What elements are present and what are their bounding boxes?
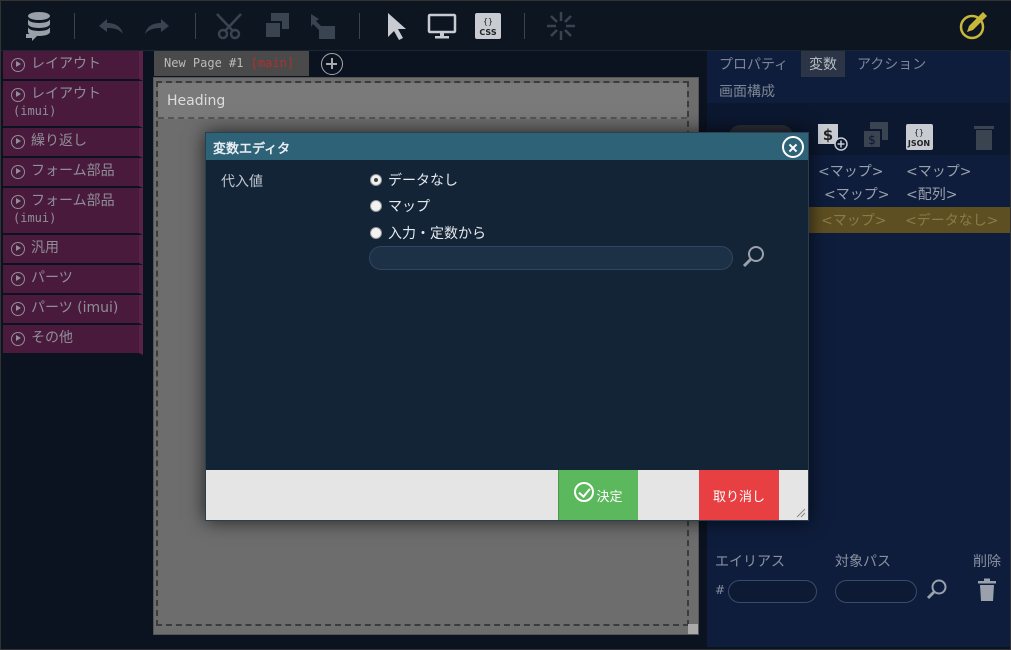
option-input-constant[interactable]: 入力・定数から [370, 223, 486, 243]
variable-editor-dialog: 変数エディタ 代入値 データなし マップ 入力・定数から 決定 取り消し [205, 132, 809, 521]
trash-icon[interactable] [972, 123, 996, 151]
assign-value-label: 代入値 [221, 174, 263, 190]
alias-input[interactable] [728, 580, 817, 603]
delete-header: 削除 [973, 554, 1001, 570]
radio-no-data[interactable] [370, 174, 382, 186]
play-circle-icon [11, 57, 25, 72]
alias-prefix: # [715, 583, 726, 597]
undo-icon[interactable] [95, 10, 127, 42]
sidebar-item-layout[interactable]: レイアウト [3, 51, 143, 81]
var-type-cell: <マップ> [818, 164, 884, 180]
svg-text:{}: {} [914, 128, 924, 137]
dialog-title[interactable]: 変数エディタ [206, 133, 808, 160]
option-no-data[interactable]: データなし [370, 170, 458, 190]
trash-icon[interactable] [977, 578, 997, 602]
sidebar-item-layout-imui[interactable]: レイアウト (imui) [3, 81, 143, 128]
canvas-scrollbar[interactable] [688, 624, 698, 634]
tab-screen-structure[interactable]: 画面構成 [719, 81, 775, 101]
add-page-icon[interactable] [321, 53, 343, 75]
component-sidebar: レイアウト レイアウト (imui) 繰り返し フォーム部品 フォーム部品 (i… [3, 51, 143, 355]
radio-map[interactable] [370, 200, 382, 212]
monitor-icon[interactable] [426, 10, 458, 42]
close-icon[interactable] [782, 136, 804, 158]
copy-icon[interactable] [261, 10, 293, 42]
ok-button[interactable]: 決定 [558, 470, 638, 520]
var-type-cell: <マップ> [906, 164, 972, 180]
sparkle-icon[interactable] [545, 10, 577, 42]
dialog-footer: 決定 取り消し [206, 470, 808, 520]
target-path-input[interactable] [835, 580, 917, 603]
play-circle-icon [11, 87, 25, 102]
play-circle-icon [11, 134, 25, 149]
svg-text:$: $ [868, 133, 876, 147]
selected-variable-row[interactable]: <マップ> <データなし> [809, 207, 1010, 233]
json-icon[interactable]: {} JSON [905, 123, 935, 151]
radio-input-constant[interactable] [370, 227, 382, 239]
svg-text:JSON: JSON [907, 139, 930, 148]
svg-text:{}: {} [483, 17, 493, 26]
svg-text:CSS: CSS [479, 28, 496, 37]
var-type-cell: <マップ> [824, 187, 890, 203]
branch-label: [main] [250, 56, 295, 70]
constant-input[interactable] [369, 246, 733, 270]
var-type-cell: <配列> [906, 187, 958, 203]
sidebar-item-parts-imui[interactable]: パーツ (imui) [3, 295, 143, 325]
play-circle-icon [11, 241, 25, 256]
pointer-icon[interactable] [381, 10, 413, 42]
sidebar-item-parts[interactable]: パーツ [3, 265, 143, 295]
tab-variables[interactable]: 変数 [801, 51, 845, 77]
play-circle-icon [11, 331, 25, 346]
play-circle-icon [11, 301, 25, 316]
check-circle-icon [574, 482, 595, 502]
resize-handle-icon[interactable] [796, 508, 806, 518]
option-map[interactable]: マップ [370, 196, 430, 216]
sidebar-item-form-parts-imui[interactable]: フォーム部品 (imui) [3, 188, 143, 235]
add-variable-icon[interactable]: $ [817, 123, 849, 151]
tab-actions[interactable]: アクション [857, 54, 926, 74]
page-tab[interactable]: New Page #1 [main] [154, 51, 309, 76]
sidebar-item-other[interactable]: その他 [3, 325, 143, 355]
search-icon[interactable] [741, 244, 767, 270]
sidebar-item-repeat[interactable]: 繰り返し [3, 128, 143, 158]
sidebar-item-form-parts[interactable]: フォーム部品 [3, 158, 143, 188]
tab-properties[interactable]: プロパティ [719, 54, 788, 74]
main-toolbar: {} CSS [1, 1, 1011, 51]
sidebar-item-general[interactable]: 汎用 [3, 235, 143, 265]
paste-icon[interactable] [307, 10, 339, 42]
database-icon[interactable] [23, 10, 55, 42]
alias-header: エイリアス [715, 554, 785, 570]
heading-component[interactable]: Heading [158, 83, 687, 119]
play-circle-icon [11, 271, 25, 286]
edit-icon[interactable] [957, 10, 989, 42]
cut-icon[interactable] [215, 10, 247, 42]
css-icon[interactable]: {} CSS [472, 10, 504, 42]
search-icon[interactable] [925, 578, 949, 602]
play-circle-icon [11, 164, 25, 179]
copy-variable-icon[interactable]: $ [860, 121, 892, 151]
target-path-header: 対象パス [835, 554, 891, 570]
redo-icon[interactable] [141, 10, 173, 42]
play-circle-icon [11, 194, 25, 209]
cancel-button[interactable]: 取り消し [699, 470, 779, 520]
svg-text:$: $ [823, 126, 833, 144]
